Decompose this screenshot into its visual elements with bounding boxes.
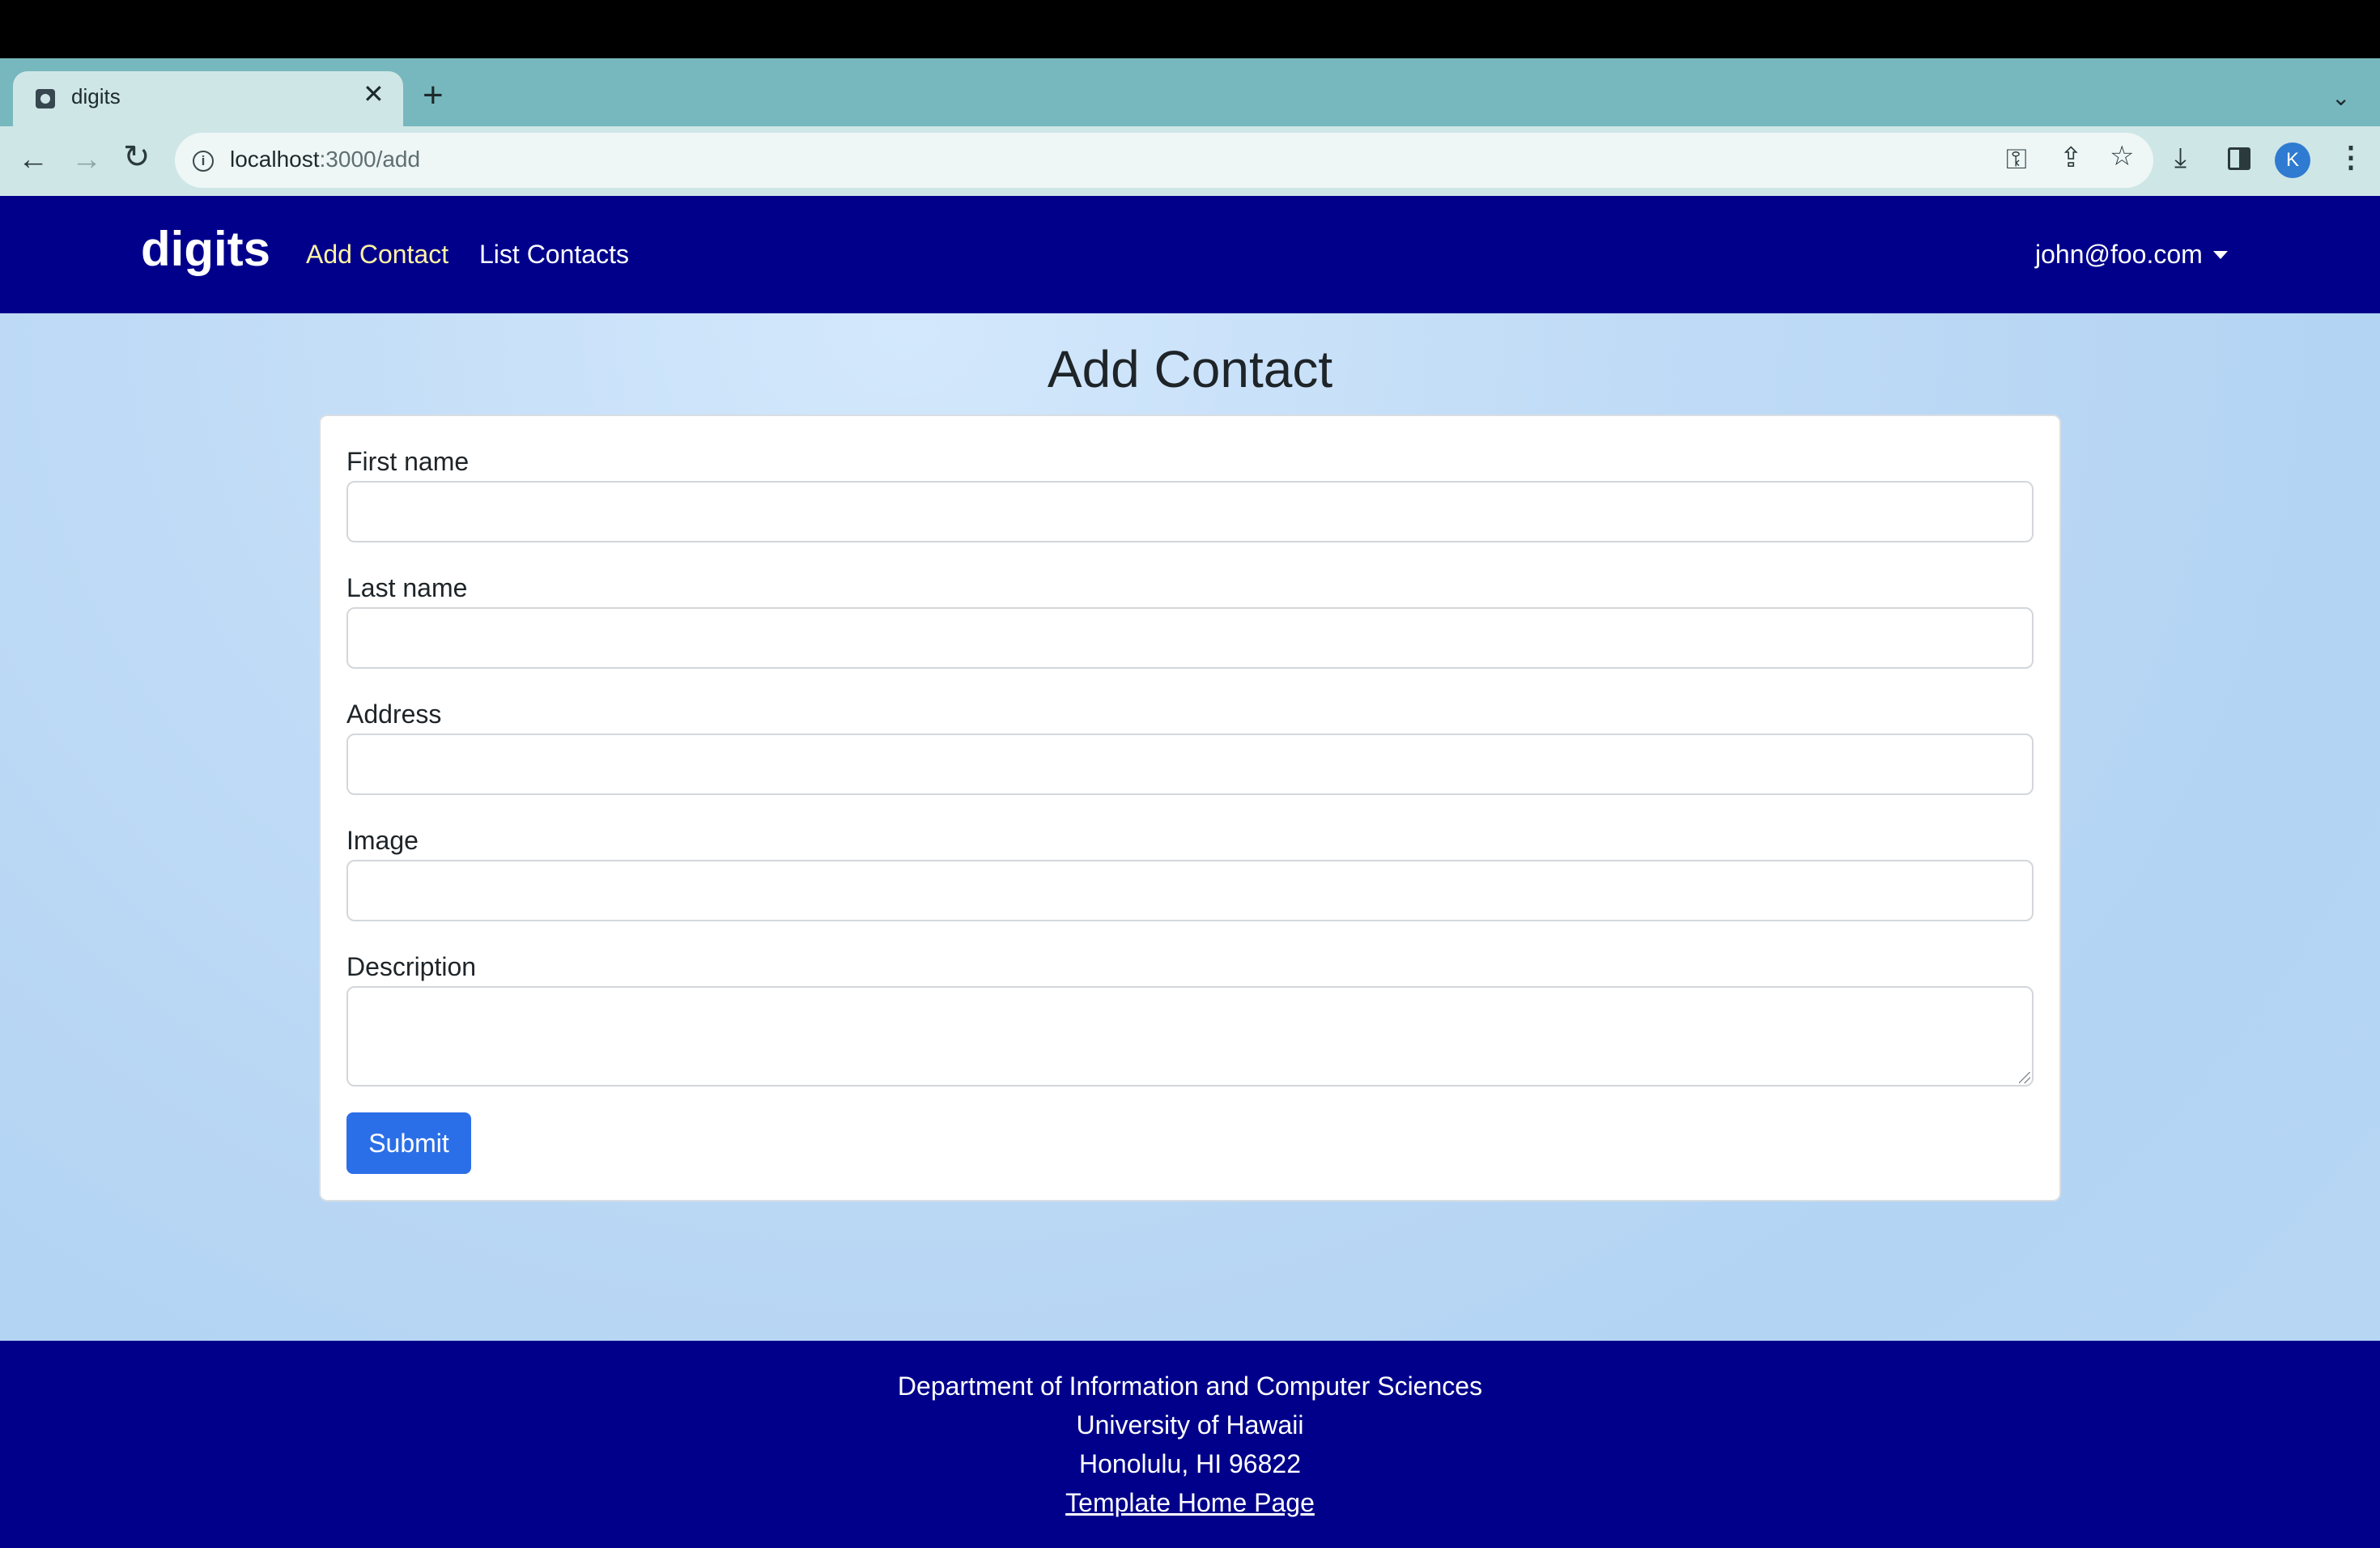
kebab-menu-icon[interactable]: ⋮ bbox=[2336, 142, 2365, 172]
last-name-label: Last name bbox=[346, 573, 468, 602]
last-name-input[interactable] bbox=[346, 607, 2034, 669]
footer-template-home-link[interactable]: Template Home Page bbox=[0, 1486, 2380, 1519]
url-path: :3000/add bbox=[319, 147, 421, 172]
image-label: Image bbox=[346, 826, 419, 855]
tab-title: digits bbox=[71, 84, 121, 108]
url-text[interactable]: localhost:3000/add bbox=[230, 147, 420, 172]
download-icon[interactable]: ⤓ bbox=[2174, 144, 2187, 172]
textarea-resize-handle[interactable] bbox=[2019, 1072, 2030, 1083]
first-name-label: First name bbox=[346, 447, 470, 476]
submit-button[interactable]: Submit bbox=[346, 1112, 471, 1174]
tab-close-icon[interactable]: ✕ bbox=[363, 81, 385, 107]
url-host: localhost bbox=[230, 147, 320, 172]
share-icon[interactable]: ⇪ bbox=[2059, 144, 2083, 172]
address-input[interactable] bbox=[346, 734, 2034, 795]
tab-favicon-icon bbox=[36, 89, 55, 108]
footer-address: Honolulu, HI 96822 bbox=[1079, 1449, 1301, 1478]
description-textarea[interactable] bbox=[346, 986, 2034, 1087]
first-name-input[interactable] bbox=[346, 481, 2034, 542]
back-arrow-icon[interactable]: ← bbox=[18, 144, 49, 175]
page-title: Add Contact bbox=[1047, 340, 1333, 398]
star-icon[interactable]: ☆ bbox=[2110, 142, 2134, 170]
side-panel-icon[interactable] bbox=[2228, 147, 2250, 170]
brand-logo[interactable]: digits bbox=[141, 220, 270, 279]
key-icon[interactable]: ⚿ bbox=[2006, 146, 2027, 173]
address-label: Address bbox=[346, 700, 442, 729]
caret-down-icon[interactable] bbox=[2213, 251, 2228, 259]
footer-department: Department of Information and Computer S… bbox=[897, 1372, 1483, 1401]
footer-university: University of Hawaii bbox=[1076, 1410, 1304, 1440]
tab-list-chevron-icon[interactable]: ⌄ bbox=[2331, 84, 2350, 111]
new-tab-button[interactable]: + bbox=[423, 78, 444, 113]
nav-link-add-contact[interactable]: Add Contact bbox=[306, 238, 448, 270]
profile-avatar[interactable]: K bbox=[2275, 142, 2310, 178]
forward-arrow-icon[interactable]: → bbox=[71, 144, 102, 175]
info-icon[interactable]: i bbox=[193, 151, 214, 172]
screen-top-bar bbox=[0, 0, 2380, 58]
nav-link-list-contacts[interactable]: List Contacts bbox=[479, 238, 629, 270]
reload-icon[interactable]: ↻ bbox=[123, 141, 151, 173]
user-dropdown[interactable]: john@foo.com bbox=[2035, 238, 2203, 270]
description-label: Description bbox=[346, 952, 477, 981]
address-bar[interactable] bbox=[175, 133, 2153, 188]
image-input[interactable] bbox=[346, 860, 2034, 921]
